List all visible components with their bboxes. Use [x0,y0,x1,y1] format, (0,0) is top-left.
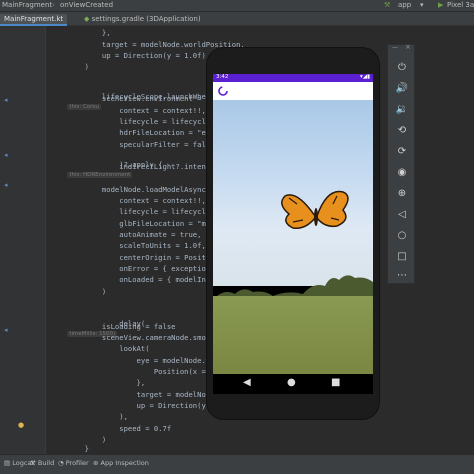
code-line: ) [50,435,107,444]
code-line: }, [50,28,111,37]
nav-back-icon[interactable]: ◀ [243,378,251,388]
fold-icon[interactable]: ◂ [4,326,8,334]
breadcrumb-separator: › [52,1,55,9]
back-icon[interactable]: ◁ [395,208,409,222]
app-bar [213,82,373,100]
code-line: modelNode.loadModelAsync( [50,185,211,194]
code-line: ) [50,62,89,71]
app-inspection-tab[interactable]: ⊛ App Inspection [93,459,149,467]
fold-icon[interactable]: ◂ [4,96,8,104]
build-label: Build [37,459,55,467]
dropdown-chevron-icon[interactable]: ▾ [420,1,424,9]
volume-down-icon[interactable]: 🔉 [395,103,409,117]
status-icons: ▾◢▮ [359,74,370,80]
tab-mainfragment[interactable]: MainFragment.kt [0,14,68,26]
code-line: context = context!!, [50,196,206,205]
rotate-right-icon[interactable]: ⟳ [395,145,409,159]
minimize-icon[interactable]: — [392,44,398,51]
code-line: ), [50,412,128,421]
emulator-screen[interactable]: 3:42 ▾◢▮ [213,74,373,374]
title-bar: MainFragment › onViewCreated ⚒ app ▾ ▶ P… [0,0,474,12]
home-icon[interactable]: ○ [395,229,409,243]
loading-spinner-icon [218,86,228,96]
android-nav-bar: ◀ ● ■ [213,374,373,394]
grass-field [213,296,373,374]
zoom-icon[interactable]: ⊕ [395,187,409,201]
rotate-left-icon[interactable]: ⟲ [395,124,409,138]
code-line: context = context!!, [50,106,206,115]
tab-label: settings.gradle (3DApplication) [91,15,201,23]
fold-icon[interactable]: ◂ [4,181,8,189]
code-line: } [50,444,89,453]
editor-tab-bar: MainFragment.kt ◆ settings.gradle (3DApp… [0,12,474,26]
tab-settings-gradle[interactable]: ◆ settings.gradle (3DApplication) [80,14,205,26]
fold-icon[interactable]: ◂ [4,151,8,159]
app-inspection-label: App Inspection [100,459,149,467]
camera-icon[interactable]: ◉ [395,166,409,180]
code-line: lookAt( [50,344,150,353]
profiler-tab[interactable]: ◔ Profiler [58,459,89,467]
code-line: scaleToUnits = 1.0f, [50,241,206,250]
bulb-icon[interactable]: ● [18,421,24,429]
profiler-label: Profiler [65,459,89,467]
nav-overview-icon[interactable]: ■ [331,378,340,388]
code-line: ) [50,287,107,296]
inlay-hint: this: HDREnvironment [67,172,133,178]
overview-icon[interactable]: □ [395,250,409,264]
code-line: isLoading = false [50,322,176,331]
code-line: sceneView.cameraNode.smooth( [50,333,224,342]
code-line: lifecycle = lifecycle, [50,207,215,216]
line-gutter[interactable]: ◂ ◂ ◂ ◂ ● [0,26,46,454]
build-tab[interactable]: ⚒ Build [30,459,54,467]
device-select[interactable]: Pixel 3a X [447,1,474,9]
run-icon[interactable]: ▶ [438,1,443,9]
breadcrumb-onviewcreated[interactable]: onViewCreated [60,1,113,9]
android-status-bar: 3:42 ▾◢▮ [213,74,373,82]
run-config-select[interactable]: app [398,1,411,9]
code-line: autoAnimate = true, [50,230,202,239]
breadcrumb-mainfragment[interactable]: MainFragment [2,1,52,9]
power-icon[interactable]: ⏻ [395,61,409,75]
code-line: specularFilter = false [50,140,215,149]
nav-home-icon[interactable]: ● [287,378,296,388]
tab-label: MainFragment.kt [4,15,64,23]
volume-up-icon[interactable]: 🔊 [395,82,409,96]
hammer-icon[interactable]: ⚒ [384,1,390,9]
code-line: up = Direction(y = 1.0f) [50,51,206,60]
code-line: }, [50,378,146,387]
code-line: lifecycle = lifecycle, [50,117,215,126]
close-icon[interactable]: × [405,43,411,51]
gradle-icon: ◆ [84,15,90,23]
butterfly-model[interactable] [277,186,357,246]
status-time: 3:42 [216,74,229,80]
tool-window-bar: ▤ Logcat ⚒ Build ◔ Profiler ⊛ App Inspec… [0,454,474,474]
emulator-toolbar: — × ⏻ 🔊 🔉 ⟲ ⟳ ◉ ⊕ ◁ ○ □ ⋯ [387,43,415,284]
code-line: speed = 0.7f [50,424,172,433]
more-icon[interactable]: ⋯ [395,269,409,283]
